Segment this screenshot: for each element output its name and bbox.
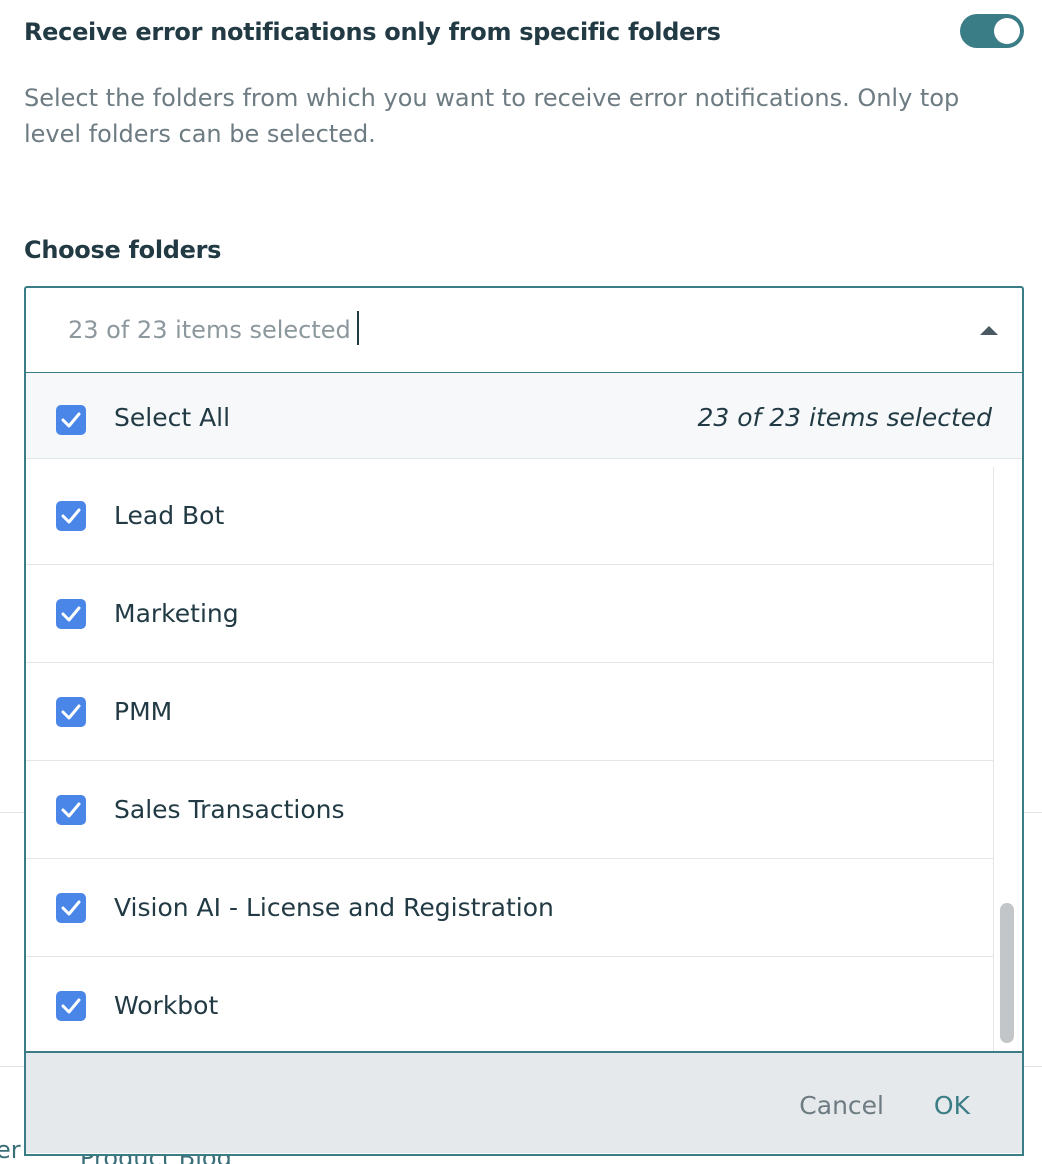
checkmark-icon [61,508,81,524]
folder-checkbox[interactable] [56,697,86,727]
background-divider [1024,1066,1042,1067]
choose-folders-label: Choose folders [24,236,222,264]
caret-up-icon[interactable] [980,326,998,335]
folder-item-workbot[interactable]: Workbot [26,957,994,1051]
folder-checkbox[interactable] [56,795,86,825]
checkmark-icon [61,704,81,720]
cancel-button[interactable]: Cancel [799,1091,884,1120]
checkmark-icon [61,900,81,916]
scrollbar-track[interactable] [994,459,1022,1051]
folder-checkbox[interactable] [56,501,86,531]
ok-button[interactable]: OK [934,1091,970,1120]
scrollbar-thumb[interactable] [1000,903,1014,1043]
setting-description: Select the folders from which you want t… [24,84,960,148]
background-footer-link[interactable]: er [0,1136,21,1164]
folder-item-sales-transactions[interactable]: Sales Transactions [26,761,994,859]
folder-list-viewport[interactable]: Lead Bot Marketing PMM Sales Transaction… [26,459,1022,1051]
folder-label: Marketing [114,599,239,628]
setting-title: Receive error notifications only from sp… [24,18,721,46]
select-all-label: Select All [114,403,231,432]
folder-item-pmm[interactable]: PMM [26,663,994,761]
folder-item-marketing[interactable]: Marketing [26,565,994,663]
text-cursor [356,311,359,345]
checkmark-icon [61,412,81,428]
folder-item-lead-bot[interactable]: Lead Bot [26,467,994,565]
setting-header: Receive error notifications only from sp… [24,14,1024,54]
folder-label: Vision AI - License and Registration [114,893,554,922]
folder-list: Lead Bot Marketing PMM Sales Transaction… [26,467,994,1051]
background-divider [1024,812,1042,813]
folder-search-input[interactable]: 23 of 23 items selected [68,311,359,345]
folder-label: PMM [114,697,173,726]
folder-dropdown: Select All 23 of 23 items selected Lead … [24,372,1024,1156]
checkmark-icon [61,606,81,622]
checkmark-icon [61,802,81,818]
folder-multiselect[interactable]: 23 of 23 items selected [24,286,1024,374]
background-divider [0,812,24,813]
selected-summary: 23 of 23 items selected [68,316,351,344]
select-all-row[interactable]: Select All 23 of 23 items selected [26,373,1022,459]
dropdown-footer: Cancel OK [26,1051,1022,1153]
checkmark-icon [61,998,81,1014]
folder-label: Lead Bot [114,501,225,530]
toggle-knob [994,18,1020,44]
folder-item-vision-ai[interactable]: Vision AI - License and Registration [26,859,994,957]
folder-label: Workbot [114,991,219,1020]
notifications-toggle[interactable] [960,14,1024,48]
folder-checkbox[interactable] [56,991,86,1021]
folder-checkbox[interactable] [56,599,86,629]
select-all-checkbox[interactable] [56,405,86,435]
notification-settings-page: Receive error notifications only from sp… [0,0,1042,1164]
folder-checkbox[interactable] [56,893,86,923]
selected-count: 23 of 23 items selected [697,403,992,432]
background-divider [0,1066,24,1067]
folder-label: Sales Transactions [114,795,345,824]
